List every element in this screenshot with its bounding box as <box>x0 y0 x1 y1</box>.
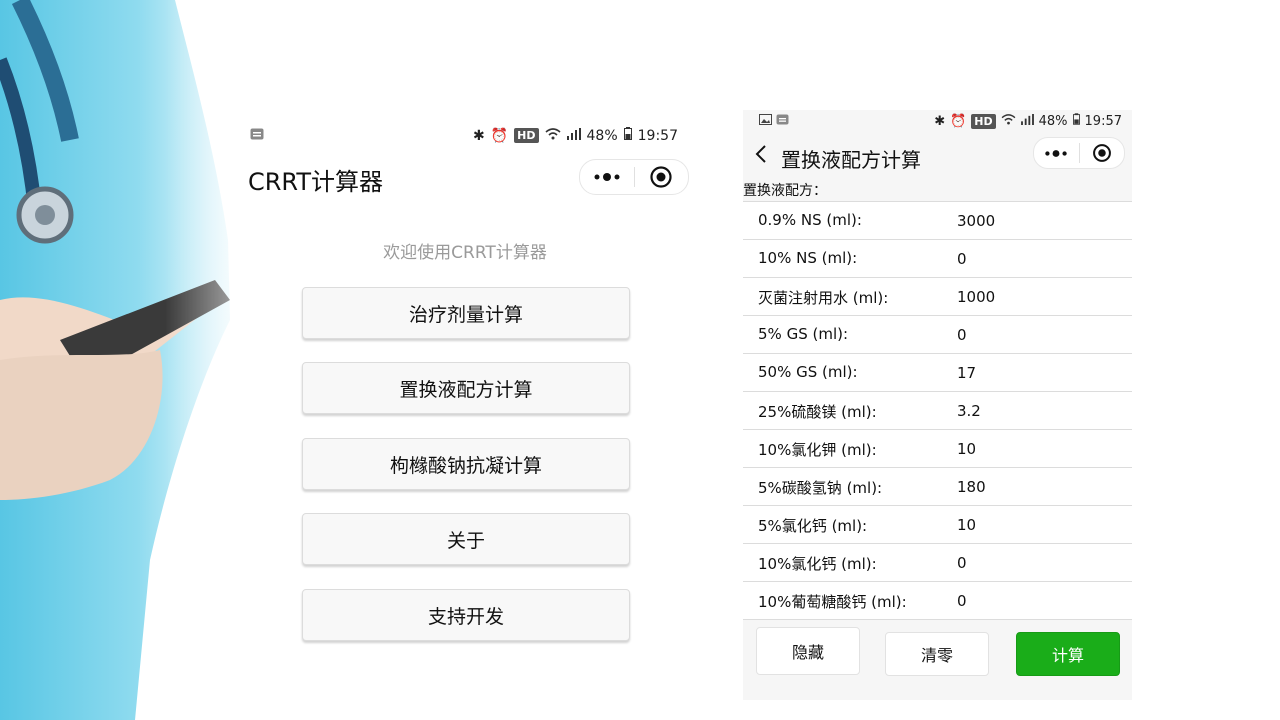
battery-icon <box>1072 113 1080 129</box>
bluetooth-icon: ✱ <box>473 127 485 144</box>
clock-text: 19:57 <box>1084 113 1122 129</box>
more-button[interactable] <box>1034 138 1079 168</box>
more-dots-icon <box>1045 149 1067 157</box>
mini-program-capsule <box>1033 137 1125 169</box>
magnesium-sulfate-input[interactable] <box>955 397 1119 425</box>
field-label: 50% GS (ml): <box>758 363 858 381</box>
alarm-icon: ⏰ <box>490 127 509 144</box>
citrate-anticoag-button[interactable]: 枸橼酸钠抗凝计算 <box>302 438 630 490</box>
field-label: 10%葡萄糖酸钙 (ml): <box>758 593 907 611</box>
hide-button[interactable]: 隐藏 <box>756 627 860 675</box>
replacement-fluid-screen: ✱ ⏰ HD 48% 19:57 置换液配方计算 置换液配方： 0.9% NS … <box>743 110 1132 700</box>
about-button[interactable]: 关于 <box>302 513 630 565</box>
calcium-chloride-5-input[interactable] <box>955 511 1119 539</box>
gs50-input[interactable] <box>955 359 1119 387</box>
gs5-input[interactable] <box>955 321 1119 349</box>
form-row-cacl10: 10%氯化钙 (ml): <box>743 543 1132 581</box>
target-close-icon <box>1092 144 1111 162</box>
bluetooth-icon: ✱ <box>934 113 946 129</box>
close-mini-program-button[interactable] <box>634 160 688 194</box>
form-row-kcl: 10%氯化钾 (ml): <box>743 429 1132 467</box>
battery-text: 48% <box>586 127 618 144</box>
keyboard-notification-icon <box>776 114 789 129</box>
field-label: 灭菌注射用水 (ml): <box>758 289 889 307</box>
target-close-icon <box>650 166 672 188</box>
form-row-gs50: 50% GS (ml): <box>743 353 1132 391</box>
formula-form: 0.9% NS (ml): 10% NS (ml): 灭菌注射用水 (ml): … <box>743 201 1132 620</box>
home-screen: ✱ ⏰ HD 48% 19:57 CRRT计算器 欢迎使用CRRT计算器 治疗剂… <box>240 118 690 678</box>
sterile-water-input[interactable] <box>955 283 1119 311</box>
status-bar: ✱ ⏰ HD 48% 19:57 <box>743 113 1132 131</box>
sodium-bicarbonate-input[interactable] <box>955 473 1119 501</box>
field-label: 0.9% NS (ml): <box>758 211 862 229</box>
field-label: 10%氯化钾 (ml): <box>758 441 877 459</box>
field-label: 5%碳酸氢钠 (ml): <box>758 479 883 497</box>
alarm-icon: ⏰ <box>950 113 967 129</box>
field-label: 5% GS (ml): <box>758 325 849 343</box>
wifi-icon <box>1001 113 1016 129</box>
battery-icon <box>623 127 632 144</box>
ns09-input[interactable] <box>955 207 1119 235</box>
form-row-ns09: 0.9% NS (ml): <box>743 201 1132 239</box>
field-label: 10%氯化钙 (ml): <box>758 555 877 573</box>
image-notification-icon <box>759 114 772 129</box>
back-button[interactable] <box>755 144 767 170</box>
hd-badge: HD <box>514 128 539 143</box>
hd-badge: HD <box>971 113 996 129</box>
status-bar: ✱ ⏰ HD 48% 19:57 <box>240 126 690 148</box>
field-label: 10% NS (ml): <box>758 249 858 267</box>
calcium-chloride-10-input[interactable] <box>955 549 1119 577</box>
field-label: 25%硫酸镁 (ml): <box>758 403 877 421</box>
form-row-nahco3: 5%碳酸氢钠 (ml): <box>743 467 1132 505</box>
clock-text: 19:57 <box>637 127 678 144</box>
form-row-cacl5: 5%氯化钙 (ml): <box>743 505 1132 543</box>
signal-icon <box>1020 113 1034 129</box>
more-button[interactable] <box>580 160 634 194</box>
form-row-ca-gluconate: 10%葡萄糖酸钙 (ml): <box>743 581 1132 620</box>
page-title: CRRT计算器 <box>248 168 384 196</box>
dose-calc-button[interactable]: 治疗剂量计算 <box>302 287 630 339</box>
battery-text: 48% <box>1038 113 1068 129</box>
field-label: 5%氯化钙 (ml): <box>758 517 868 535</box>
page-title: 置换液配方计算 <box>781 148 921 172</box>
navigation-bar: 置换液配方计算 <box>743 137 1132 174</box>
signal-icon <box>566 127 581 144</box>
potassium-chloride-input[interactable] <box>955 435 1119 463</box>
close-mini-program-button[interactable] <box>1079 138 1124 168</box>
form-row-mgso4: 25%硫酸镁 (ml): <box>743 391 1132 429</box>
section-label: 置换液配方： <box>743 183 827 199</box>
form-row-water: 灭菌注射用水 (ml): <box>743 277 1132 315</box>
form-row-ns10: 10% NS (ml): <box>743 239 1132 277</box>
mini-program-capsule <box>579 159 689 195</box>
calcium-gluconate-input[interactable] <box>955 587 1119 615</box>
keyboard-notification-icon <box>250 128 264 144</box>
welcome-text: 欢迎使用CRRT计算器 <box>383 243 547 263</box>
form-row-gs5: 5% GS (ml): <box>743 315 1132 353</box>
ns10-input[interactable] <box>955 245 1119 273</box>
wifi-icon <box>544 127 561 144</box>
calculate-button[interactable]: 计算 <box>1016 632 1120 676</box>
support-dev-button[interactable]: 支持开发 <box>302 589 630 641</box>
chevron-left-icon <box>755 145 766 163</box>
replacement-fluid-button[interactable]: 置换液配方计算 <box>302 362 630 414</box>
more-dots-icon <box>594 173 620 181</box>
clear-button[interactable]: 清零 <box>885 632 989 676</box>
